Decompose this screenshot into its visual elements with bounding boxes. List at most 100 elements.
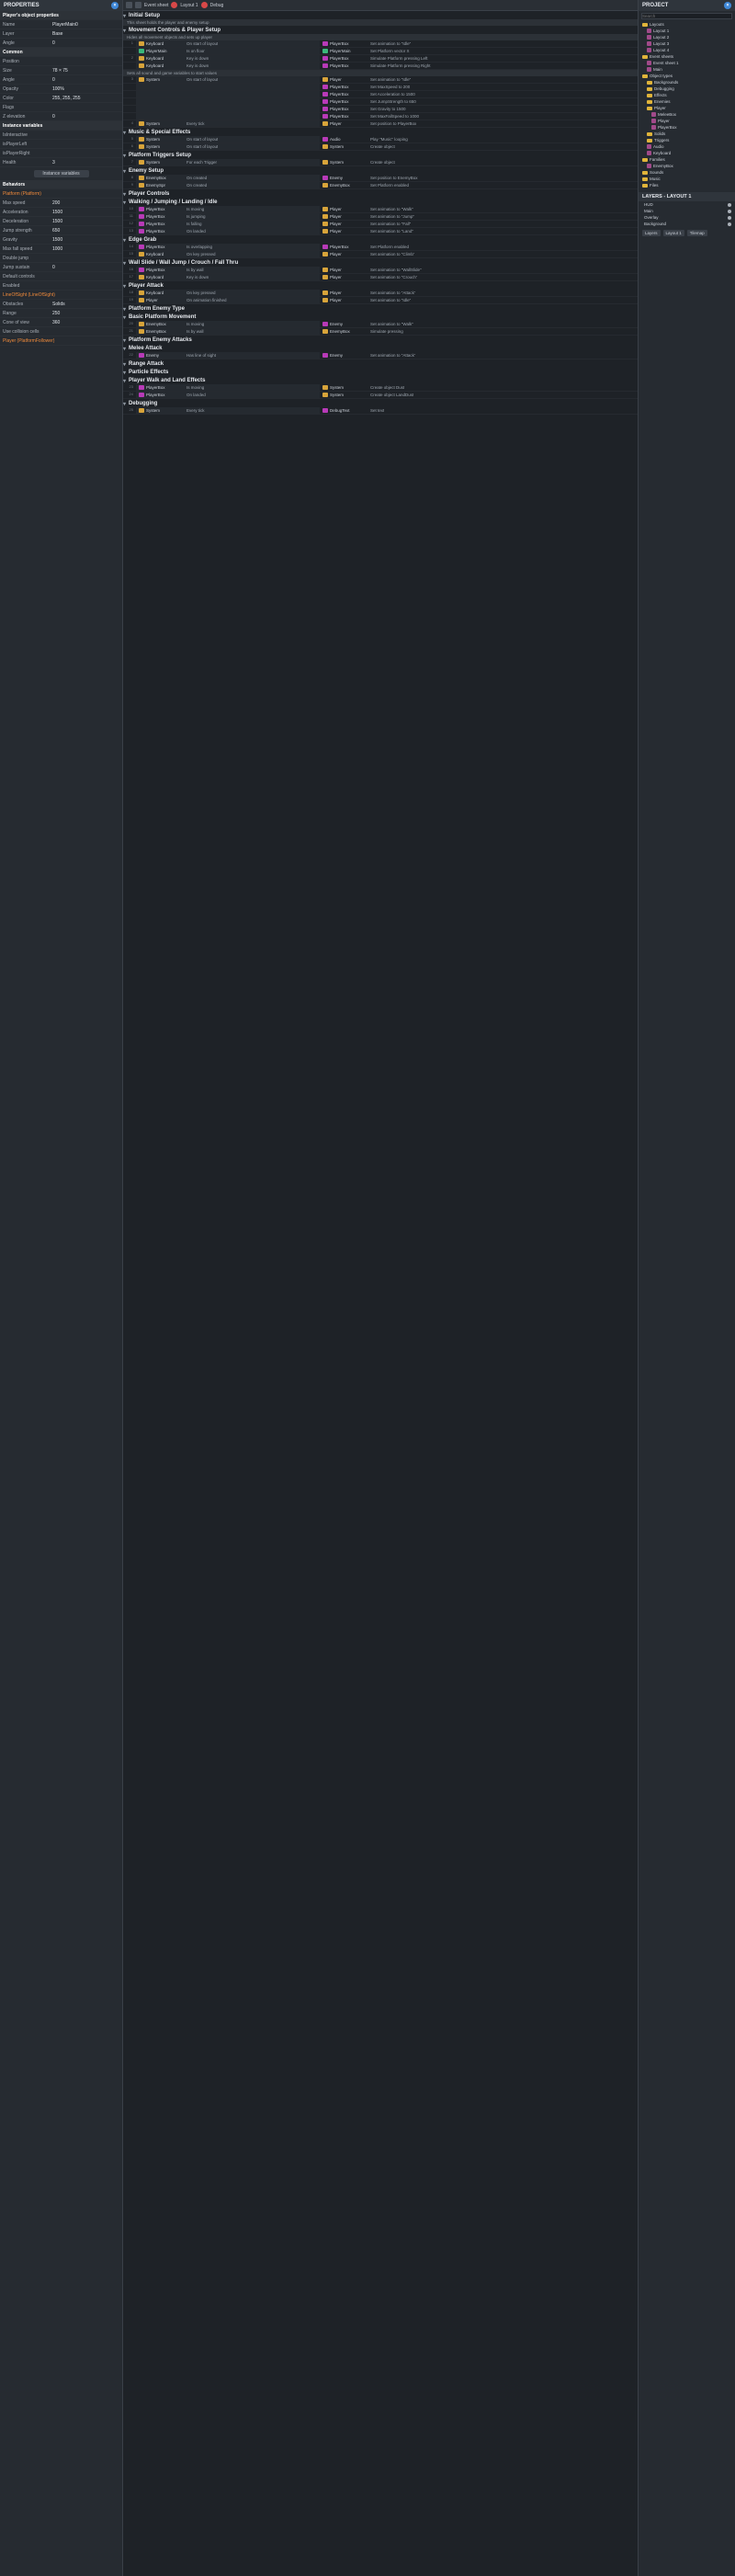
event-group-header[interactable]: ▾ Particle Effects (123, 368, 638, 376)
event-row[interactable]: 6 System On start of layout System Create ob… (123, 143, 638, 151)
behavior-property-value[interactable]: 1000 (52, 246, 119, 252)
event-condition[interactable]: EnemySpr On created (136, 182, 320, 188)
event-comment[interactable]: Hides all movement objects and sets up p… (123, 34, 638, 40)
common-property-value[interactable]: 78 × 75 (52, 68, 119, 74)
event-condition[interactable]: EnemyBox On created (136, 175, 320, 181)
common-section[interactable]: Common (0, 48, 122, 57)
event-group-header[interactable]: ▾ Melee Attack (123, 344, 638, 352)
event-action[interactable]: Player Set animation to "Climb" (320, 251, 638, 257)
event-row[interactable]: 17 Keyboard Key is down Player Set animation… (123, 274, 638, 281)
event-condition[interactable]: Keyboard On key pressed (136, 251, 320, 257)
event-group-header[interactable]: ▾ Wall Slide / Wall Jump / Crouch / Fall … (123, 258, 638, 267)
behavior-property-row[interactable]: Acceleration 1500 (0, 208, 122, 217)
add-instance-variable-button[interactable]: Instance variables (33, 170, 89, 177)
event-row[interactable]: PlayerBox Set Acceleration to 1500 (123, 91, 638, 98)
event-action[interactable]: DebugText Set text (320, 407, 638, 414)
behavior-property-row[interactable]: Default controls (0, 272, 122, 281)
project-tree-item[interactable]: Files (642, 182, 735, 188)
common-property-row[interactable]: Position (0, 57, 122, 66)
event-condition[interactable]: PlayerBox Is moving (136, 384, 320, 391)
behavior-property-value[interactable]: 1500 (52, 237, 119, 243)
event-action[interactable]: System Create object (320, 143, 638, 150)
project-tree-item[interactable]: Object types (642, 73, 735, 79)
event-group-header[interactable]: ▾ Movement Controls & Player Setup (123, 26, 638, 34)
project-tree-item[interactable]: Layout 1 (642, 28, 735, 34)
event-condition[interactable]: System On start of layout (136, 143, 320, 150)
event-group-header[interactable]: ▾ Player Controls (123, 189, 638, 198)
project-tree-item[interactable]: Enemies (642, 98, 735, 105)
forward-icon[interactable] (135, 2, 141, 8)
event-condition[interactable]: PlayerBox Is jumping (136, 213, 320, 220)
event-action[interactable]: Enemy Set animation to "Walk" (320, 321, 638, 327)
los-property-row[interactable]: Range 250 (0, 309, 122, 318)
event-action[interactable]: System Create object LandDust (320, 392, 638, 398)
event-condition[interactable] (136, 84, 320, 90)
event-action[interactable]: PlayerBox Set Acceleration to 1500 (320, 91, 638, 97)
event-action[interactable]: Player Set animation to "Idle" (320, 297, 638, 303)
tab-event-sheet[interactable]: Event sheet (144, 3, 168, 8)
common-property-row[interactable]: Opacity 100% (0, 85, 122, 94)
event-row[interactable]: 19 Player On animation finished Player Set a… (123, 297, 638, 304)
event-condition[interactable]: PlayerBox Is moving (136, 206, 320, 212)
event-comment[interactable]: Sets all sound and game variables to sta… (123, 70, 638, 76)
lineofsight-behavior-label[interactable]: LineOfSight (LineOfSight) (0, 291, 122, 300)
event-action[interactable]: PlayerBox Set JumpStrength to 650 (320, 98, 638, 105)
instance-var-row[interactable]: isPlayerRight (0, 149, 122, 158)
visibility-icon[interactable] (728, 222, 731, 226)
event-condition[interactable]: Keyboard Key is down (136, 63, 320, 69)
event-row[interactable]: 9 EnemySpr On created EnemyBox Set Platform … (123, 182, 638, 189)
event-action[interactable]: Player Set animation to "Crouch" (320, 274, 638, 280)
project-tree-item[interactable]: Debugging (642, 85, 735, 92)
instance-var-value[interactable]: 3 (52, 160, 119, 165)
event-row[interactable]: 2 Keyboard Key is down PlayerBox Simulate Pl… (123, 55, 638, 63)
instance-vars-section[interactable]: Instance variables (0, 121, 122, 131)
common-property-row[interactable]: Flags (0, 103, 122, 112)
close-tab-icon[interactable] (171, 2, 178, 8)
behavior-property-value[interactable]: 650 (52, 228, 119, 234)
property-value[interactable]: 0 (52, 40, 119, 46)
event-condition[interactable]: System For each Trigger (136, 159, 320, 165)
event-group-header[interactable]: ▾ Platform Triggers Setup (123, 151, 638, 159)
event-row[interactable]: 22 Enemy Has line of sight Enemy Set animati… (123, 352, 638, 359)
behavior-property-row[interactable]: Double jump (0, 254, 122, 263)
event-group-header[interactable]: ▾ Enemy Setup (123, 166, 638, 175)
tab-layout[interactable]: Layout 1 (180, 3, 198, 8)
project-tree-item[interactable]: PlayerBox (642, 124, 735, 131)
event-group-header[interactable]: ▾ Music & Special Effects (123, 128, 638, 136)
project-search-input[interactable] (641, 13, 732, 19)
event-row[interactable]: 24 PlayerBox On landed System Create object … (123, 392, 638, 399)
behavior-property-row[interactable]: Jump sustain 0 (0, 263, 122, 272)
event-action[interactable]: System Create object Dust (320, 384, 638, 391)
event-action[interactable]: EnemyBox Simulate pressing (320, 328, 638, 335)
common-property-row[interactable]: Angle 0 (0, 75, 122, 85)
property-value[interactable]: PlayerMain0 (52, 22, 119, 28)
event-row[interactable]: 5 System On start of layout Audio Play "Musi… (123, 136, 638, 143)
common-property-value[interactable]: 100% (52, 86, 119, 92)
close-icon[interactable]: × (111, 2, 119, 9)
behaviors-section[interactable]: Behaviors (0, 180, 122, 189)
behavior-property-row[interactable]: Jump strength 650 (0, 226, 122, 235)
project-tree-item[interactable]: Event sheet 1 (642, 60, 735, 66)
event-row[interactable]: 15 Keyboard On key pressed Player Set animat… (123, 251, 638, 258)
layer-row[interactable]: HUD (639, 201, 735, 208)
event-condition[interactable]: PlayerBox Is falling (136, 221, 320, 227)
event-action[interactable]: PlayerBox Set MaxFallSpeed to 1000 (320, 113, 638, 120)
event-action[interactable]: PlayerBox Set Platform enabled (320, 244, 638, 250)
event-row[interactable]: PlayerBox Set JumpStrength to 650 (123, 98, 638, 106)
common-property-value[interactable]: 0 (52, 114, 119, 120)
visibility-icon[interactable] (728, 215, 731, 220)
project-tree-item[interactable]: EnemyBox (642, 163, 735, 169)
instance-var-row[interactable]: Health 3 (0, 158, 122, 167)
event-condition[interactable]: System On start of layout (136, 76, 320, 83)
close-tab-icon-2[interactable] (200, 2, 208, 8)
event-action[interactable]: Enemy Set animation to "Attack" (320, 352, 638, 359)
los-property-value[interactable]: 360 (52, 320, 119, 325)
event-action[interactable]: PlayerBox Set animation to "Idle" (320, 40, 638, 47)
event-action[interactable]: Player Set animation to "Jump" (320, 213, 638, 220)
event-action[interactable]: Player Set position to PlayerBox (320, 120, 638, 127)
event-condition[interactable] (136, 113, 320, 120)
layer-row[interactable]: Overlay (639, 214, 735, 221)
los-property-row[interactable]: Obstacles Solids (0, 300, 122, 309)
event-action[interactable]: Player Set animation to "Idle" (320, 76, 638, 83)
event-condition[interactable]: PlayerBox On landed (136, 392, 320, 398)
